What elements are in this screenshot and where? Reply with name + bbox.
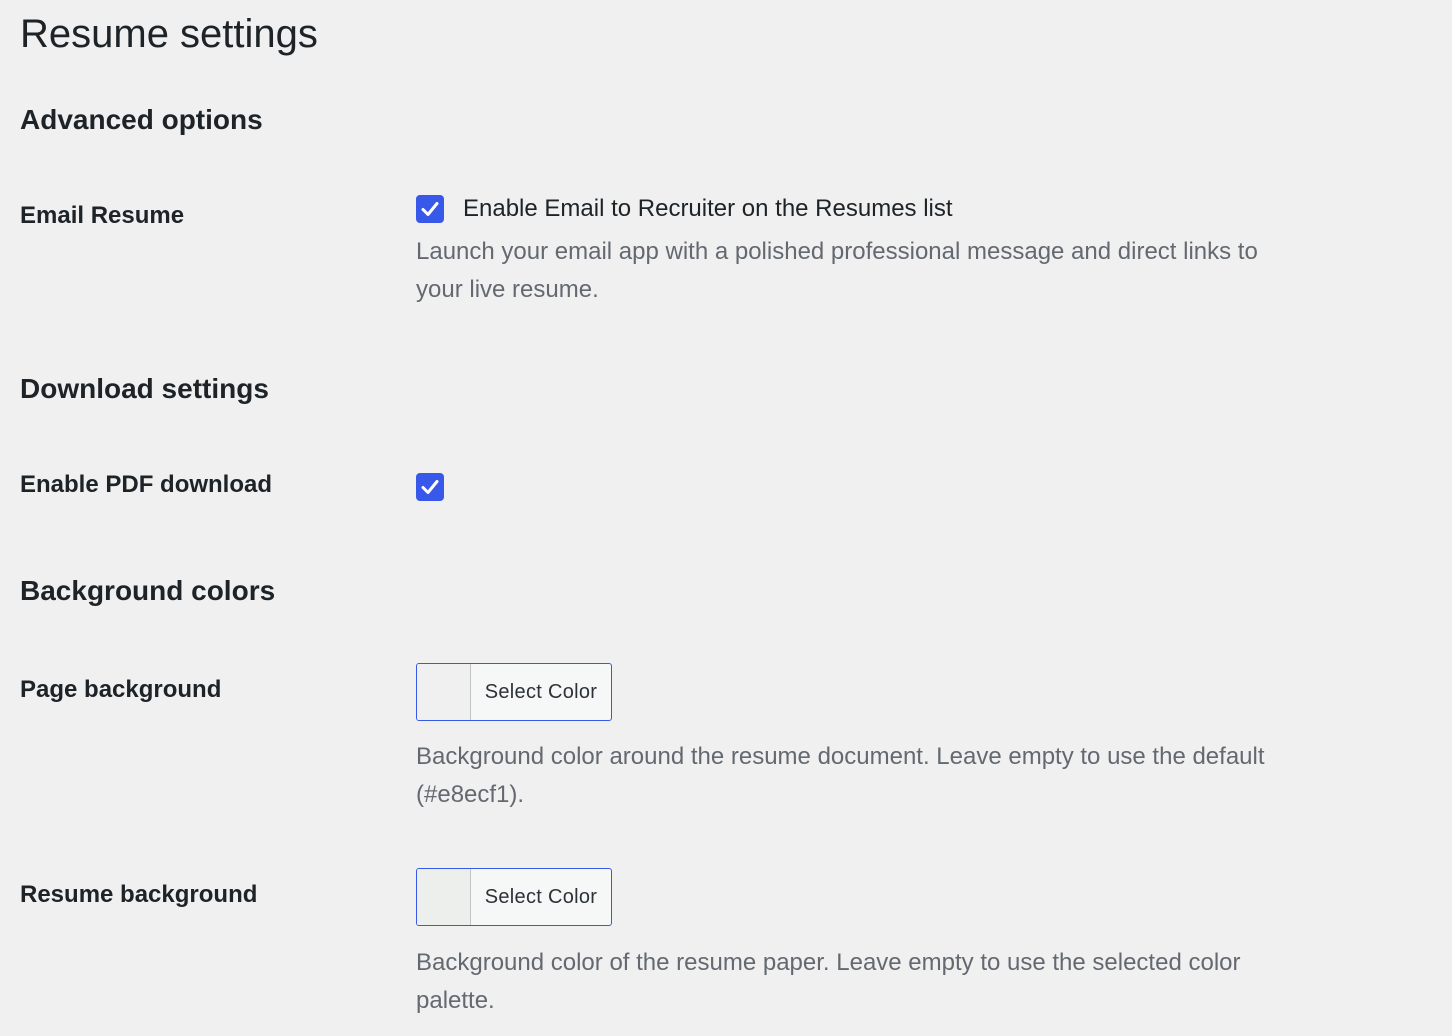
pdf-download-checkbox[interactable]: [416, 473, 444, 501]
email-resume-checkbox[interactable]: [416, 195, 444, 223]
checkmark-icon: [421, 480, 439, 494]
page-background-label: Page background: [20, 676, 222, 703]
page-title: Resume settings: [20, 12, 318, 56]
section-heading-download-settings: Download settings: [20, 373, 269, 404]
resume-background-label: Resume background: [20, 881, 258, 908]
page-background-select-color-button[interactable]: Select Color: [416, 663, 612, 721]
page-background-color-swatch[interactable]: [417, 664, 471, 720]
pdf-download-label: Enable PDF download: [20, 471, 273, 498]
email-resume-label: Email Resume: [20, 202, 185, 229]
resume-background-select-color-button[interactable]: Select Color: [416, 868, 612, 926]
resume-background-description: Background color of the resume paper. Le…: [416, 949, 1241, 1014]
select-color-label: Select Color: [484, 885, 598, 908]
page-background-description: Background color around the resume docum…: [416, 743, 1265, 808]
resume-background-color-swatch[interactable]: [417, 869, 471, 925]
section-heading-advanced-options: Advanced options: [20, 104, 263, 135]
checkmark-icon: [421, 202, 439, 216]
select-color-label: Select Color: [484, 680, 598, 703]
email-resume-checkbox-label[interactable]: Enable Email to Recruiter on the Resumes…: [463, 193, 953, 225]
section-heading-background-colors: Background colors: [20, 575, 276, 606]
email-resume-description: Launch your email app with a polished pr…: [416, 238, 1258, 303]
